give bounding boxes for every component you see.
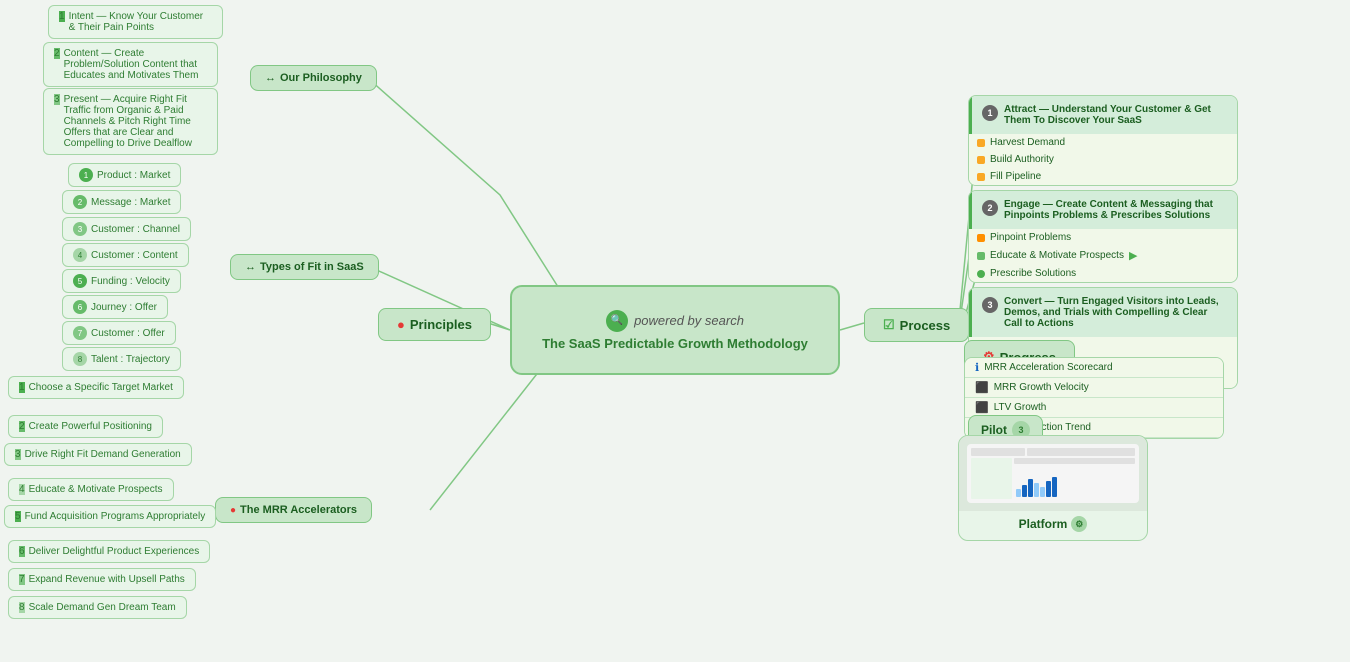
num-2: 2	[54, 48, 60, 59]
num-3: 3	[54, 94, 60, 105]
engage-header: 2 Engage — Create Content & Messaging th…	[969, 191, 1237, 229]
principle-5[interactable]: 5 Fund Acquisition Programs Appropriatel…	[4, 505, 216, 528]
num-1: 1	[59, 11, 65, 22]
fit-message-market[interactable]: 2 Message : Market	[62, 190, 181, 214]
educate-motivate[interactable]: Educate & Motivate Prospects ▶	[969, 246, 1237, 265]
center-node: 🔍 powered by search The SaaS Predictable…	[510, 285, 840, 375]
fit-customer-content[interactable]: 4 Customer : Content	[62, 243, 189, 267]
prescribe-solutions[interactable]: Prescribe Solutions	[969, 265, 1237, 282]
principle-1[interactable]: 1 Choose a Specific Target Market	[8, 376, 184, 399]
harvest-demand[interactable]: Harvest Demand	[969, 134, 1237, 151]
fit-customer-channel[interactable]: 3 Customer : Channel	[62, 217, 191, 241]
arrows2-icon: ↔	[245, 261, 256, 273]
engage-num: 2	[982, 200, 998, 216]
logo-text: powered by search	[634, 313, 744, 328]
mindmap-container: 🔍 powered by search The SaaS Predictable…	[0, 0, 1350, 662]
platform-label: Platform ⚙	[959, 516, 1147, 532]
fit-funding-velocity[interactable]: 5 Funding : Velocity	[62, 269, 181, 293]
philosophy-content[interactable]: 2 Content — Create Problem/Solution Cont…	[43, 42, 218, 87]
principles-box[interactable]: ● Principles	[378, 308, 491, 341]
philosophy-branch[interactable]: ↔ Our Philosophy	[250, 65, 377, 91]
engage-section: 2 Engage — Create Content & Messaging th…	[968, 190, 1238, 283]
i-icon: ℹ	[975, 361, 979, 374]
philosophy-present[interactable]: 3 Present — Acquire Right Fit Traffic fr…	[43, 88, 218, 155]
principle-6[interactable]: 6 Deliver Delightful Product Experiences	[8, 540, 210, 563]
attract-num: 1	[982, 105, 998, 121]
platform-num: ⚙	[1071, 516, 1087, 532]
process-check: ☑	[883, 317, 895, 333]
principle-2[interactable]: 2 Create Powerful Positioning	[8, 415, 163, 438]
platform-inner-window	[967, 444, 1139, 503]
philosophy-intent[interactable]: 1 Intent — Know Your Customer & Their Pa…	[48, 5, 223, 39]
center-title: The SaaS Predictable Growth Methodology	[542, 336, 808, 351]
attract-section: 1 Attract — Understand Your Customer & G…	[968, 95, 1238, 186]
fit-product-market[interactable]: 1 Product : Market	[68, 163, 181, 187]
fit-customer-offer[interactable]: 7 Customer : Offer	[62, 321, 176, 345]
principle-3[interactable]: 3 Drive Right Fit Demand Generation	[4, 443, 192, 466]
arrow-right-icon: ▶	[1129, 249, 1137, 262]
attract-header: 1 Attract — Understand Your Customer & G…	[969, 96, 1237, 134]
fit-talent-trajectory[interactable]: 8 Talent : Trajectory	[62, 347, 181, 371]
principle-8[interactable]: 8 Scale Demand Gen Dream Team	[8, 596, 187, 619]
principle-7[interactable]: 7 Expand Revenue with Upsell Paths	[8, 568, 196, 591]
l-icon: ⬛	[975, 401, 989, 414]
types-of-fit-branch[interactable]: ↔ Types of Fit in SaaS	[230, 254, 379, 280]
mrr-accelerators-branch[interactable]: ● The MRR Accelerators	[215, 497, 372, 523]
arrows-icon: ↔	[265, 72, 276, 84]
logo-icon: 🔍	[606, 310, 628, 332]
principles-dot: ●	[397, 317, 405, 332]
principle-4[interactable]: 4 Educate & Motivate Prospects	[8, 478, 174, 501]
platform-outer: Platform ⚙	[958, 435, 1148, 541]
fit-journey-offer[interactable]: 6 Journey : Offer	[62, 295, 168, 319]
pinpoint-problems[interactable]: Pinpoint Problems	[969, 229, 1237, 246]
m-icon: ⬛	[975, 381, 989, 394]
mrr-icon: ●	[230, 505, 236, 516]
build-authority[interactable]: Build Authority	[969, 151, 1237, 168]
fill-pipeline[interactable]: Fill Pipeline	[969, 168, 1237, 185]
process-box[interactable]: ☑ Process	[864, 308, 969, 342]
platform-screenshot	[959, 436, 1147, 511]
mrr-velocity[interactable]: ⬛ MRR Growth Velocity	[965, 378, 1223, 398]
mrr-scorecard[interactable]: ℹ MRR Acceleration Scorecard	[965, 358, 1223, 378]
